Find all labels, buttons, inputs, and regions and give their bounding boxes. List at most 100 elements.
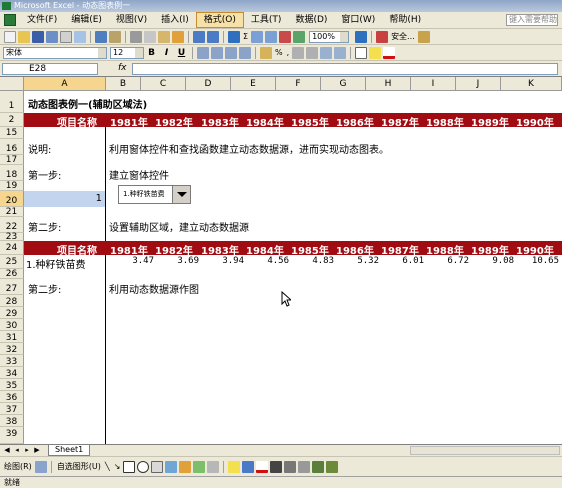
row-header[interactable]: 38 bbox=[0, 415, 24, 427]
row18-text[interactable]: 建立窗体控件 bbox=[109, 167, 169, 182]
column-header[interactable]: J bbox=[456, 77, 501, 91]
row-header[interactable]: 30 bbox=[0, 319, 24, 331]
row-header[interactable]: 27 bbox=[0, 279, 24, 295]
select-objects-icon[interactable] bbox=[34, 460, 47, 473]
cut-icon[interactable] bbox=[130, 30, 142, 43]
menu-data[interactable]: 数据(D) bbox=[288, 13, 334, 27]
header-year[interactable]: 1989年 bbox=[471, 114, 509, 129]
align-left-icon[interactable] bbox=[197, 46, 209, 59]
row-header[interactable]: 18 bbox=[0, 165, 24, 181]
data-cell[interactable]: 10.65 bbox=[511, 256, 559, 266]
column-header[interactable]: C bbox=[141, 77, 186, 91]
zoom-select[interactable]: 100% bbox=[309, 30, 350, 43]
header-year[interactable]: 1983年 bbox=[201, 242, 239, 257]
underline-button[interactable]: U bbox=[175, 47, 188, 59]
data-cell[interactable]: 4.83 bbox=[286, 256, 334, 266]
increase-indent-icon[interactable] bbox=[334, 46, 347, 59]
header-year[interactable]: 1988年 bbox=[426, 114, 464, 129]
sort-descending-icon[interactable] bbox=[265, 30, 278, 43]
oval-icon[interactable] bbox=[137, 460, 150, 473]
row-header[interactable]: 26 bbox=[0, 269, 24, 279]
print-preview-icon[interactable] bbox=[74, 30, 86, 43]
open-icon[interactable] bbox=[18, 30, 30, 43]
row-header[interactable]: 17 bbox=[0, 155, 24, 165]
row-header[interactable]: 16 bbox=[0, 139, 24, 155]
row-header[interactable]: 23 bbox=[0, 233, 24, 242]
formula-input[interactable] bbox=[132, 63, 558, 75]
print-icon[interactable] bbox=[60, 30, 72, 43]
spelling-icon[interactable] bbox=[95, 30, 107, 43]
name-box[interactable]: E28 bbox=[2, 63, 98, 75]
header-year[interactable]: 1990年 bbox=[516, 242, 554, 257]
sheet-tab[interactable]: Sheet1 bbox=[48, 445, 91, 456]
data-cell[interactable]: 6.01 bbox=[376, 256, 424, 266]
row-header[interactable]: 19 bbox=[0, 181, 24, 191]
header-year[interactable]: 1985年 bbox=[291, 242, 329, 257]
row-header[interactable]: 24 bbox=[0, 241, 24, 255]
header-year[interactable]: 1986年 bbox=[336, 242, 374, 257]
redo-icon[interactable] bbox=[207, 30, 219, 43]
data-cell[interactable]: 9.08 bbox=[466, 256, 514, 266]
data-cell[interactable]: 4.56 bbox=[241, 256, 289, 266]
header-year[interactable]: 1990年 bbox=[516, 114, 554, 129]
fill-color-icon[interactable] bbox=[228, 460, 241, 473]
chart-wizard-icon[interactable] bbox=[279, 30, 292, 43]
row-header[interactable]: 33 bbox=[0, 355, 24, 367]
align-right-icon[interactable] bbox=[225, 46, 237, 59]
copy-icon[interactable] bbox=[144, 30, 156, 43]
column-header[interactable]: B bbox=[106, 77, 141, 91]
row-header[interactable]: 29 bbox=[0, 307, 24, 319]
row-header[interactable]: 36 bbox=[0, 391, 24, 403]
arrow-style-icon[interactable] bbox=[298, 460, 311, 473]
decrease-indent-icon[interactable] bbox=[320, 46, 333, 59]
save-icon[interactable] bbox=[32, 30, 44, 43]
header-year[interactable]: 1982年 bbox=[155, 114, 193, 129]
dash-style-icon[interactable] bbox=[284, 460, 297, 473]
header-year[interactable]: 1984年 bbox=[246, 242, 284, 257]
row-header[interactable]: 20 bbox=[0, 191, 24, 207]
row-header[interactable]: 15 bbox=[0, 127, 24, 139]
comma-icon[interactable]: , bbox=[287, 48, 290, 57]
shadow-style-icon[interactable] bbox=[312, 460, 325, 473]
menu-insert[interactable]: 插入(I) bbox=[154, 13, 196, 27]
menu-help[interactable]: 帮助(H) bbox=[382, 13, 428, 27]
row-header[interactable]: 28 bbox=[0, 295, 24, 307]
line-icon[interactable]: ╲ bbox=[105, 462, 110, 471]
format-painter-icon[interactable] bbox=[172, 30, 184, 43]
fill-color-icon[interactable] bbox=[369, 46, 382, 59]
fx-icon[interactable]: fx bbox=[118, 63, 127, 73]
a20-value[interactable]: 1 bbox=[90, 193, 102, 204]
column-header[interactable]: E bbox=[231, 77, 276, 91]
workbook-icon[interactable] bbox=[4, 14, 16, 26]
merge-center-icon[interactable] bbox=[239, 46, 251, 59]
data-cell[interactable]: 3.47 bbox=[106, 256, 154, 266]
permission-icon[interactable] bbox=[46, 30, 58, 43]
font-color-icon[interactable] bbox=[256, 460, 269, 473]
align-center-icon[interactable] bbox=[211, 46, 223, 59]
horizontal-scrollbar[interactable] bbox=[410, 446, 560, 455]
header-year[interactable]: 1982年 bbox=[155, 242, 193, 257]
last-sheet-icon[interactable]: ▶ bbox=[33, 446, 41, 455]
clip-art-icon[interactable] bbox=[193, 460, 206, 473]
research-icon[interactable] bbox=[109, 30, 121, 43]
paste-icon[interactable] bbox=[158, 30, 170, 43]
row-header[interactable]: 37 bbox=[0, 403, 24, 415]
row-header[interactable]: 1 bbox=[0, 91, 24, 113]
row16-label[interactable]: 说明: bbox=[28, 141, 51, 156]
tools-icon[interactable] bbox=[417, 30, 430, 43]
row-header[interactable]: 32 bbox=[0, 343, 24, 355]
row22-label[interactable]: 第二步: bbox=[28, 219, 61, 234]
row-header[interactable]: 34 bbox=[0, 367, 24, 379]
row22-text[interactable]: 设置辅助区域，建立动态数据源 bbox=[109, 219, 249, 234]
row-header[interactable]: 2 bbox=[0, 113, 24, 127]
menu-view[interactable]: 视图(V) bbox=[109, 13, 154, 27]
font-size-select[interactable]: 12 bbox=[110, 46, 144, 59]
menu-window[interactable]: 窗口(W) bbox=[334, 13, 382, 27]
menu-tools[interactable]: 工具(T) bbox=[244, 13, 289, 27]
header-year[interactable]: 1986年 bbox=[336, 114, 374, 129]
hyperlink-icon[interactable] bbox=[228, 30, 240, 43]
header-year[interactable]: 1985年 bbox=[291, 114, 329, 129]
header-year[interactable]: 1987年 bbox=[381, 242, 419, 257]
column-header[interactable]: K bbox=[501, 77, 562, 91]
drawing-icon[interactable] bbox=[293, 30, 306, 43]
